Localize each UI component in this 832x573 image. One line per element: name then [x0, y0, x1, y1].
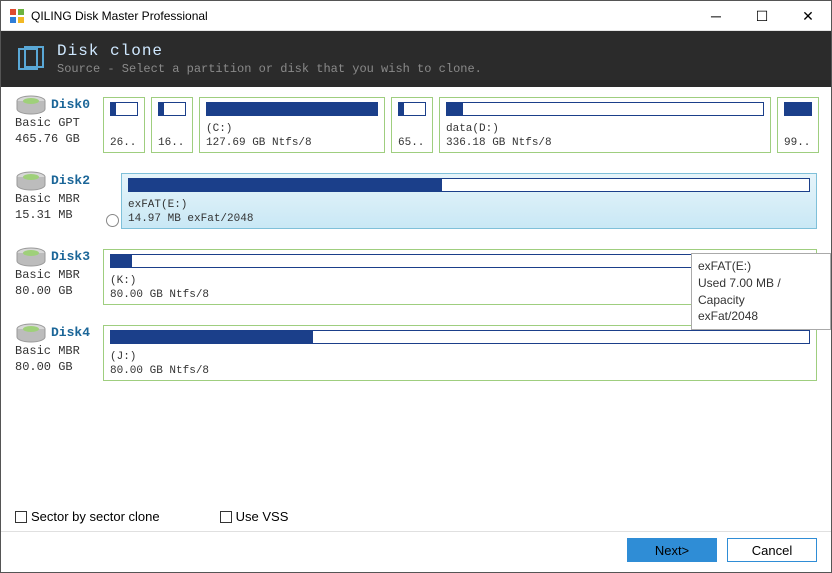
partition[interactable]: data(D:) 336.18 GB Ntfs/8 [439, 97, 771, 153]
disk-type: Basic MBR [15, 268, 103, 282]
disk-type: Basic MBR [15, 192, 103, 206]
titlebar: QILING Disk Master Professional ─ ☐ ✕ [1, 1, 831, 31]
usage-bar [784, 102, 812, 116]
partition-info: 80.00 GB Ntfs/8 [110, 365, 810, 377]
partition-label: data(D:) [446, 123, 764, 135]
partition-info: 65... [398, 137, 426, 149]
usage-bar [128, 178, 810, 192]
use-vss-checkbox[interactable]: Use VSS [220, 509, 289, 524]
checkbox-icon [15, 511, 27, 523]
disk-radio-col [103, 173, 121, 229]
partition-info: 14.97 MB exFat/2048 [128, 213, 810, 225]
window-title: QILING Disk Master Professional [31, 9, 693, 23]
partition-group: 26... 16... (C:) 127.69 GB Ntfs/8 65... … [103, 97, 817, 153]
maximize-button[interactable]: ☐ [739, 1, 785, 31]
usage-bar [206, 102, 378, 116]
partition[interactable]: (C:) 127.69 GB Ntfs/8 [199, 97, 385, 153]
disk-icon [15, 247, 47, 270]
footer-divider [1, 531, 831, 532]
usage-bar [110, 330, 810, 344]
partition-info: 127.69 GB Ntfs/8 [206, 137, 378, 149]
partition-group: (J:) 80.00 GB Ntfs/8 [103, 325, 817, 381]
partition-info: 16... [158, 137, 186, 149]
partition-label: exFAT(E:) [128, 199, 810, 211]
partition[interactable]: 99... [777, 97, 819, 153]
usage-bar [398, 102, 426, 116]
footer-buttons: Next> Cancel [627, 538, 817, 562]
disk-select-radio[interactable] [106, 214, 119, 227]
disk-icon [15, 95, 47, 118]
disk-name: Disk0 [51, 97, 103, 112]
partition[interactable]: 16... [151, 97, 193, 153]
app-logo-icon [9, 8, 25, 24]
partition[interactable]: 65... [391, 97, 433, 153]
tooltip-title: exFAT(E:) [698, 258, 824, 275]
minimize-button[interactable]: ─ [693, 1, 739, 31]
disk-row[interactable]: Disk0 Basic GPT 465.76 GB 26... 16... (C… [15, 97, 817, 153]
disk-info: Disk3 Basic MBR 80.00 GB [15, 249, 103, 305]
disk-name: Disk2 [51, 173, 103, 188]
disk-info: Disk2 Basic MBR 15.31 MB [15, 173, 103, 229]
tooltip-usage: Used 7.00 MB / Capacity [698, 275, 824, 309]
disk-clone-icon [17, 45, 45, 73]
disk-size: 80.00 GB [15, 360, 103, 374]
disk-type: Basic GPT [15, 116, 103, 130]
sector-clone-checkbox[interactable]: Sector by sector clone [15, 509, 160, 524]
partition-label: (J:) [110, 351, 810, 363]
disk-row[interactable]: Disk2 Basic MBR 15.31 MB exFAT(E:) 14.97… [15, 173, 817, 229]
partition-info: 336.18 GB Ntfs/8 [446, 137, 764, 149]
disk-info: Disk0 Basic GPT 465.76 GB [15, 97, 103, 153]
usage-bar [110, 102, 138, 116]
disk-type: Basic MBR [15, 344, 103, 358]
usage-bar [446, 102, 764, 116]
checkbox-icon [220, 511, 232, 523]
disk-info: Disk4 Basic MBR 80.00 GB [15, 325, 103, 381]
tooltip-fs: exFat/2048 [698, 308, 824, 325]
partition[interactable]: (J:) 80.00 GB Ntfs/8 [103, 325, 817, 381]
page-subtitle: Source - Select a partition or disk that… [57, 62, 482, 76]
footer-options: Sector by sector clone Use VSS [15, 509, 288, 524]
disk-icon [15, 171, 47, 194]
disk-name: Disk3 [51, 249, 103, 264]
partition-info: 26... [110, 137, 138, 149]
disk-size: 15.31 MB [15, 208, 103, 222]
cancel-button[interactable]: Cancel [727, 538, 817, 562]
page-title: Disk clone [57, 42, 482, 60]
partition[interactable]: exFAT(E:) 14.97 MB exFat/2048 [121, 173, 817, 229]
usage-bar [158, 102, 186, 116]
partition[interactable]: 26... [103, 97, 145, 153]
page-header: Disk clone Source - Select a partition o… [1, 31, 831, 87]
partition-label: (C:) [206, 123, 378, 135]
disk-name: Disk4 [51, 325, 103, 340]
close-button[interactable]: ✕ [785, 1, 831, 31]
disk-icon [15, 323, 47, 346]
partition-group: exFAT(E:) 14.97 MB exFat/2048 [121, 173, 817, 229]
sector-clone-label: Sector by sector clone [31, 509, 160, 524]
disk-row[interactable]: Disk4 Basic MBR 80.00 GB (J:) 80.00 GB N… [15, 325, 817, 381]
partition-tooltip: exFAT(E:) Used 7.00 MB / Capacity exFat/… [691, 253, 831, 330]
partition-info: 99... [784, 137, 812, 149]
next-button[interactable]: Next> [627, 538, 717, 562]
disk-size: 465.76 GB [15, 132, 103, 146]
use-vss-label: Use VSS [236, 509, 289, 524]
disk-size: 80.00 GB [15, 284, 103, 298]
